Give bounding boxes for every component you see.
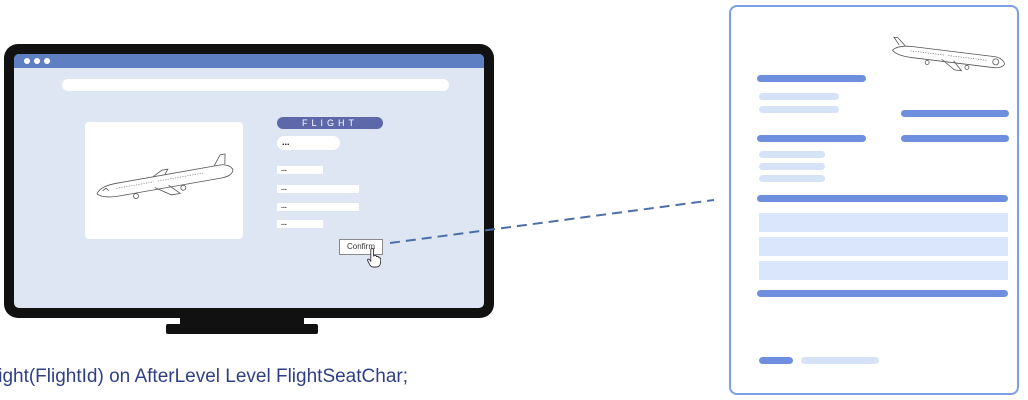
doc-text-line xyxy=(759,163,825,170)
doc-heading-bar xyxy=(757,135,866,142)
doc-text-line xyxy=(759,151,825,158)
doc-footer-bar xyxy=(759,357,793,364)
doc-text-line xyxy=(759,93,839,100)
doc-section-bar xyxy=(757,195,1008,202)
doc-footer-line xyxy=(801,357,879,364)
doc-table-row xyxy=(759,237,1008,256)
doc-text-line xyxy=(759,106,839,113)
doc-table-row xyxy=(759,261,1008,280)
generated-document xyxy=(729,5,1019,395)
doc-heading-bar xyxy=(757,75,866,82)
doc-heading-bar xyxy=(901,135,1009,142)
doc-section-bar xyxy=(757,290,1008,297)
doc-table-row xyxy=(759,213,1008,232)
doc-text-line xyxy=(759,175,825,182)
airplane-icon xyxy=(891,36,1005,72)
doc-heading-bar xyxy=(901,110,1009,117)
